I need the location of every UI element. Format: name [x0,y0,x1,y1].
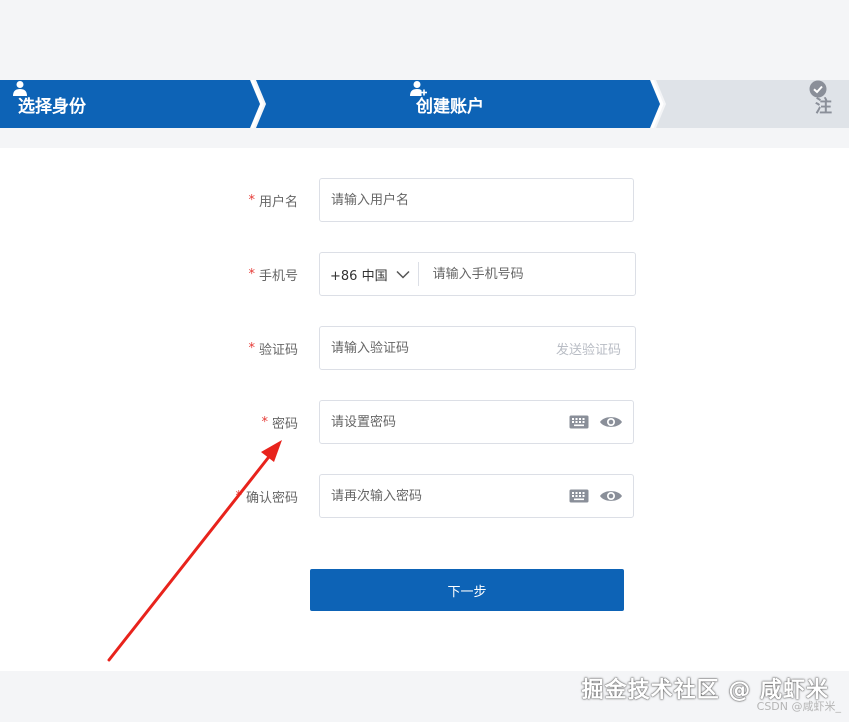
step-register-complete[interactable]: 注 [809,80,832,128]
watermark-csdn: CSDN @咸虾米_ [756,700,841,713]
password-input[interactable] [320,402,569,442]
step-label: 选择身份 [18,96,86,117]
confirm-password-input[interactable] [320,476,569,516]
label-text: 验证码 [258,342,298,358]
form-row-password: * 密码 [0,400,849,444]
chevron-down-icon [396,270,410,279]
label-text: 手机号 [258,268,298,284]
keyboard-icon[interactable] [569,489,589,503]
required-mark: * [235,488,242,504]
country-code-value: +86 中国 [330,268,388,284]
code-label: * 验证码 [248,326,298,370]
next-step-button[interactable]: 下一步 [310,569,624,611]
phone-input[interactable] [418,254,635,294]
password-label: * 密码 [261,400,298,444]
step-select-identity[interactable]: 选择身份 [12,80,86,128]
label-text: 确认密码 [245,490,298,506]
password-field [319,400,634,444]
send-code-button[interactable]: 发送验证码 [556,339,635,358]
registration-stepper: 选择身份 创建账户 注 [0,80,849,128]
required-mark: * [261,414,268,430]
phone-label: * 手机号 [248,252,298,296]
confirm-password-field [319,474,634,518]
eye-icon[interactable] [599,415,623,429]
step-create-account[interactable]: 创建账户 [410,80,484,128]
form-row-username: * 用户名 [0,178,849,222]
eye-icon[interactable] [599,489,623,503]
keyboard-icon[interactable] [569,415,589,429]
confirm-password-label: * 确认密码 [235,474,298,518]
username-label: * 用户名 [248,178,298,222]
required-mark: * [248,266,255,282]
code-field: 发送验证码 [319,326,636,370]
form-row-verification-code: * 验证码 发送验证码 [0,326,849,370]
phone-field: +86 中国 [319,252,636,296]
form-row-confirm-password: * 确认密码 [0,474,849,518]
label-text: 用户名 [258,194,298,210]
required-mark: * [248,340,255,356]
registration-form-panel: * 用户名 * 手机号 +86 中国 * 验证码 发送验 [0,148,849,671]
form-row-phone: * 手机号 +86 中国 [0,252,849,296]
label-text: 密码 [271,416,298,432]
username-field [319,178,634,222]
country-code-select[interactable]: +86 中国 [320,262,419,286]
username-input[interactable] [320,180,633,220]
required-mark: * [248,192,255,208]
verification-code-input[interactable] [320,328,556,368]
